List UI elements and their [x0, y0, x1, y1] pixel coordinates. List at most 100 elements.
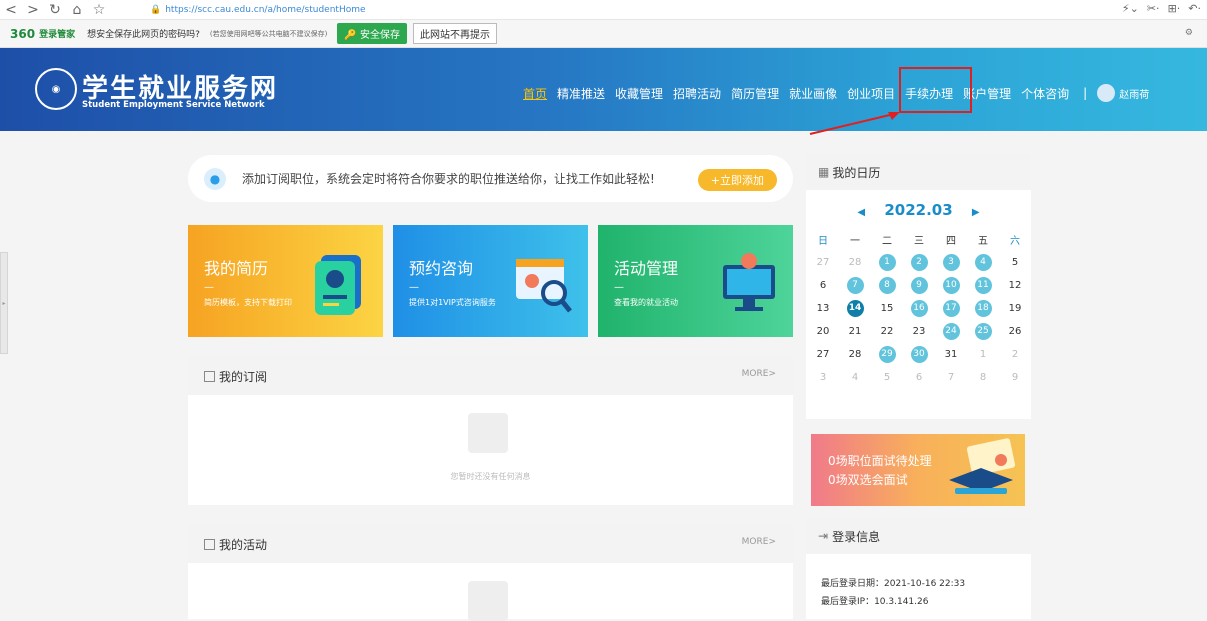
calendar-day[interactable]: 3 [935, 253, 967, 271]
annotation-arrow [809, 112, 900, 135]
day-number: 30 [910, 345, 928, 363]
calendar-day[interactable]: 27 [807, 253, 839, 271]
calendar-day[interactable]: 26 [999, 322, 1031, 340]
day-number: 3 [942, 253, 960, 271]
nav-precise-push[interactable]: 精准推送 [557, 85, 605, 102]
calendar-day[interactable]: 16 [903, 299, 935, 317]
calendar-day[interactable]: 20 [807, 322, 839, 340]
subscribe-bar: ● 添加订阅职位，系统会定时将符合你要求的职位推送给你，让找工作如此轻松! +立… [188, 155, 793, 202]
safe-save-button[interactable]: 🔑 安全保存 [337, 23, 407, 44]
activities-title: 我的活动 [219, 537, 268, 552]
nav-favorites[interactable]: 收藏管理 [615, 85, 663, 102]
calendar-day[interactable]: 21 [839, 322, 871, 340]
last-login-ip: 最后登录IP：10.3.141.26 [821, 597, 929, 607]
calendar-day[interactable]: 1 [871, 253, 903, 271]
calendar-day[interactable]: 1 [967, 345, 999, 363]
day-number: 10 [942, 276, 960, 294]
calendar-day[interactable]: 12 [999, 276, 1031, 294]
calendar-day[interactable]: 6 [903, 368, 935, 386]
calendar-day[interactable]: 29 [871, 345, 903, 363]
calendar-day[interactable]: 5 [999, 253, 1031, 271]
calendar-day[interactable]: 24 [935, 322, 967, 340]
interview-banner[interactable]: 0场职位面试待处理 0场双选会面试 [811, 434, 1025, 506]
calendar-day[interactable]: 18 [967, 299, 999, 317]
calendar-day[interactable]: 2 [903, 253, 935, 271]
day-number: 18 [974, 299, 992, 317]
calendar-day[interactable]: 2 [999, 345, 1031, 363]
calendar-day[interactable]: 11 [967, 276, 999, 294]
calendar-day[interactable]: 10 [935, 276, 967, 294]
calendar-day[interactable]: 13 [807, 299, 839, 317]
subscriptions-more-link[interactable]: MORE> [742, 369, 776, 379]
calendar-day[interactable]: 5 [871, 368, 903, 386]
tile-book-consult[interactable]: 预约咨询 — 提供1对1VIP式咨询服务 [393, 225, 588, 337]
back-icon[interactable]: < [0, 2, 22, 18]
owl-icon [468, 413, 508, 453]
calendar-day[interactable]: 17 [935, 299, 967, 317]
calendar-day[interactable]: 4 [967, 253, 999, 271]
dont-remind-button[interactable]: 此网站不再提示 [412, 23, 497, 44]
calendar-day[interactable]: 25 [967, 322, 999, 340]
weekday-label: 六 [1010, 235, 1020, 247]
calendar-day[interactable]: 9 [999, 368, 1031, 386]
browser-tools: ⚡⌄ ✂· ⊞· ↶· [1122, 2, 1201, 15]
add-subscription-button[interactable]: +立即添加 [697, 169, 777, 191]
calendar-day[interactable]: 15 [871, 299, 903, 317]
gear-icon[interactable]: ⚙ [1185, 28, 1193, 38]
calendar-day[interactable]: 9 [903, 276, 935, 294]
collapse-handle[interactable]: ▸ [0, 252, 8, 354]
home-icon[interactable]: ⌂ [66, 2, 88, 18]
calendar-day[interactable]: 22 [871, 322, 903, 340]
tile-activity-manage[interactable]: 活动管理 — 查看我的就业活动 [598, 225, 793, 337]
day-number: 4 [974, 253, 992, 271]
user-name[interactable]: 赵雨荷 [1119, 86, 1149, 101]
calendar-day[interactable]: 4 [839, 368, 871, 386]
calendar-month-switcher: ◀ 2022.03 ▶ [806, 201, 1031, 219]
forward-icon[interactable]: > [22, 2, 44, 18]
calendar-day[interactable]: 28 [839, 345, 871, 363]
site-header: ◉ 学生就业服务网 Student Employment Service Net… [0, 48, 1207, 131]
nav-home[interactable]: 首页 [523, 85, 547, 102]
calendar-day[interactable]: 7 [935, 368, 967, 386]
star-icon[interactable]: ☆ [88, 2, 110, 18]
next-month-icon[interactable]: ▶ [972, 207, 980, 218]
prev-month-icon[interactable]: ◀ [857, 207, 865, 218]
refresh-icon[interactable]: ↻ [44, 2, 66, 18]
calendar-day[interactable]: 14 [839, 299, 871, 317]
owl-icon [468, 581, 508, 621]
subscriptions-header: 我的订阅 MORE> [188, 357, 793, 395]
nav-startup[interactable]: 创业项目 [847, 85, 895, 102]
address-bar[interactable]: 🔒 https://scc.cau.edu.cn/a/home/studentH… [150, 3, 366, 17]
lightning-icon[interactable]: ⚡⌄ [1122, 2, 1139, 15]
login-info-card: ⇥ 登录信息 最后登录日期：2021-10-16 22:33 最后登录IP：10… [806, 518, 1031, 619]
calendar-day[interactable]: 8 [871, 276, 903, 294]
calendar-day[interactable]: 6 [807, 276, 839, 294]
weekday-label: 五 [978, 235, 988, 247]
day-number: 25 [974, 322, 992, 340]
scissors-icon[interactable]: ✂· [1147, 2, 1160, 15]
tile-my-resume[interactable]: 我的简历 — 简历模板，支持下载打印 [188, 225, 383, 337]
undo-icon[interactable]: ↶· [1188, 2, 1201, 15]
calendar-day[interactable]: 19 [999, 299, 1031, 317]
calendar-day[interactable]: 31 [935, 345, 967, 363]
calendar-day[interactable]: 23 [903, 322, 935, 340]
calendar-day[interactable]: 3 [807, 368, 839, 386]
nav-recruiting[interactable]: 招聘活动 [673, 85, 721, 102]
calendar-day[interactable]: 8 [967, 368, 999, 386]
last-login-date: 最后登录日期：2021-10-16 22:33 [821, 579, 966, 589]
calendar-day[interactable]: 28 [839, 253, 871, 271]
calendar-day[interactable]: 30 [903, 345, 935, 363]
subscriptions-title: 我的订阅 [219, 369, 268, 384]
nav-resume[interactable]: 简历管理 [731, 85, 779, 102]
day-number: 2 [910, 253, 928, 271]
save-question: 想安全保存此网页的密码吗? [87, 30, 200, 40]
grid-icon[interactable]: ⊞· [1168, 2, 1181, 15]
activities-more-link[interactable]: MORE> [742, 537, 776, 547]
calendar-day[interactable]: 27 [807, 345, 839, 363]
calendar-day[interactable]: 7 [839, 276, 871, 294]
day-number: 14 [846, 299, 864, 317]
monitor-icon [723, 253, 775, 311]
avatar[interactable] [1097, 84, 1116, 102]
nav-profile[interactable]: 就业画像 [789, 85, 837, 102]
nav-consult[interactable]: 个体咨询 [1021, 85, 1069, 102]
